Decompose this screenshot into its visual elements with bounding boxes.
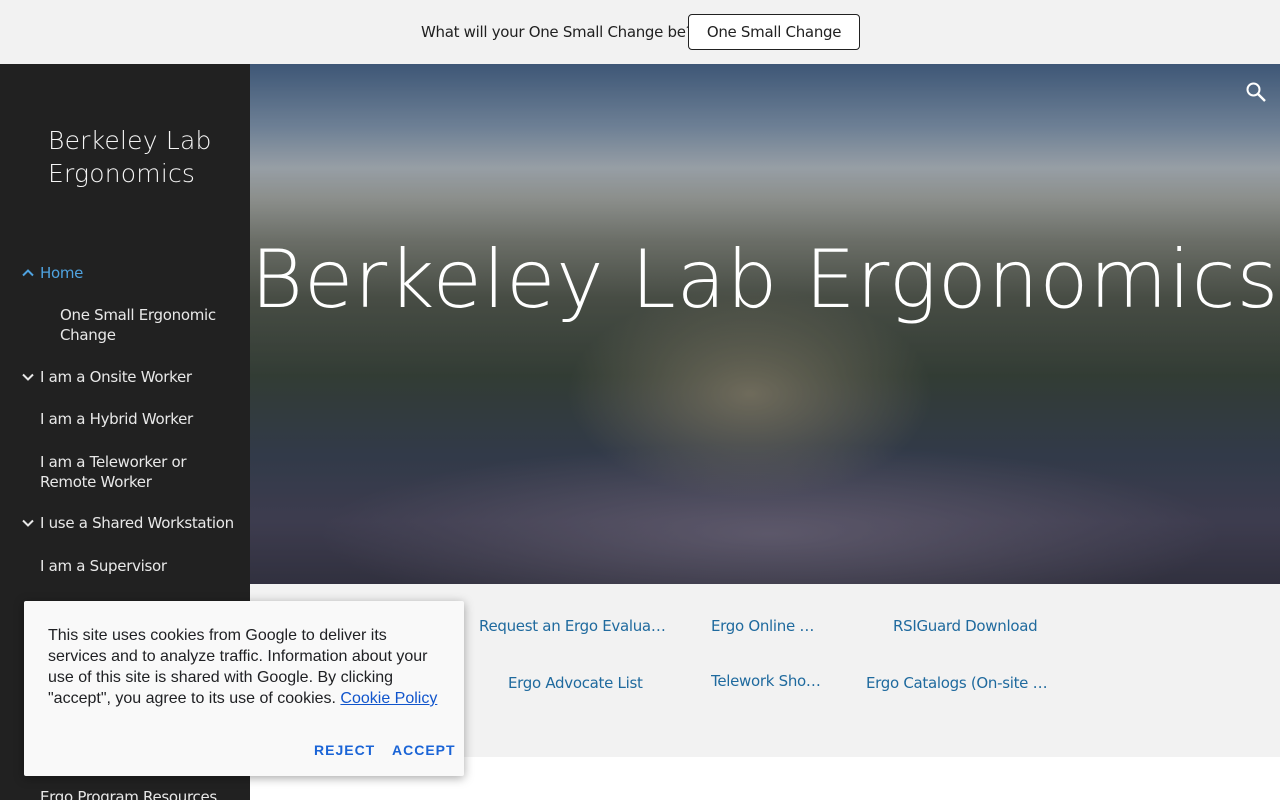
link-request-ergo-evaluation[interactable]: Request an Ergo Evaluation bbox=[479, 617, 669, 635]
reject-button[interactable]: Reject bbox=[314, 742, 375, 758]
sidebar-item-label: I am a Teleworker or Remote Worker bbox=[40, 453, 187, 491]
one-small-change-button[interactable]: One Small Change bbox=[688, 14, 860, 50]
cookie-policy-link[interactable]: Cookie Policy bbox=[340, 690, 437, 707]
chevron-down-icon[interactable] bbox=[20, 369, 36, 385]
cookie-consent-dialog: This site uses cookies from Google to de… bbox=[24, 601, 464, 776]
hero-title: Berkeley Lab Ergonomics bbox=[250, 233, 1280, 326]
banner-text: What will your One Small Change be? bbox=[421, 23, 694, 41]
sidebar-item-label: I am a Onsite Worker bbox=[40, 368, 192, 386]
accept-button[interactable]: Accept bbox=[392, 742, 456, 758]
sidebar-item-label: One Small Ergonomic Change bbox=[60, 306, 216, 344]
sidebar-item-label: I am a Hybrid Worker bbox=[40, 410, 193, 428]
hero-banner: Berkeley Lab Ergonomics bbox=[250, 64, 1280, 584]
link-ergo-online-training[interactable]: Ergo Online Tr… bbox=[711, 617, 821, 635]
chevron-up-icon[interactable] bbox=[20, 265, 36, 281]
sidebar-item-label: I am a Supervisor bbox=[40, 557, 167, 575]
site-title[interactable]: Berkeley Lab Ergonomics bbox=[48, 124, 238, 190]
sidebar-item-label: I use a Shared Workstation bbox=[40, 514, 234, 532]
sidebar-item-label: Ergo Program Resources bbox=[40, 788, 217, 800]
link-telework-shop[interactable]: Telework Shop… bbox=[711, 672, 821, 690]
cookie-message: This site uses cookies from Google to de… bbox=[48, 625, 444, 709]
search-icon[interactable] bbox=[1244, 80, 1268, 104]
link-ergo-catalogs[interactable]: Ergo Catalogs (On-site onl… bbox=[866, 674, 1056, 692]
link-ergo-advocate-list[interactable]: Ergo Advocate List bbox=[508, 674, 678, 692]
link-rsiguard-download[interactable]: RSIGuard Download bbox=[893, 617, 1063, 635]
announcement-banner: What will your One Small Change be? One … bbox=[0, 0, 1280, 64]
chevron-down-icon[interactable] bbox=[20, 515, 36, 531]
sidebar-item-label: Home bbox=[40, 264, 84, 282]
